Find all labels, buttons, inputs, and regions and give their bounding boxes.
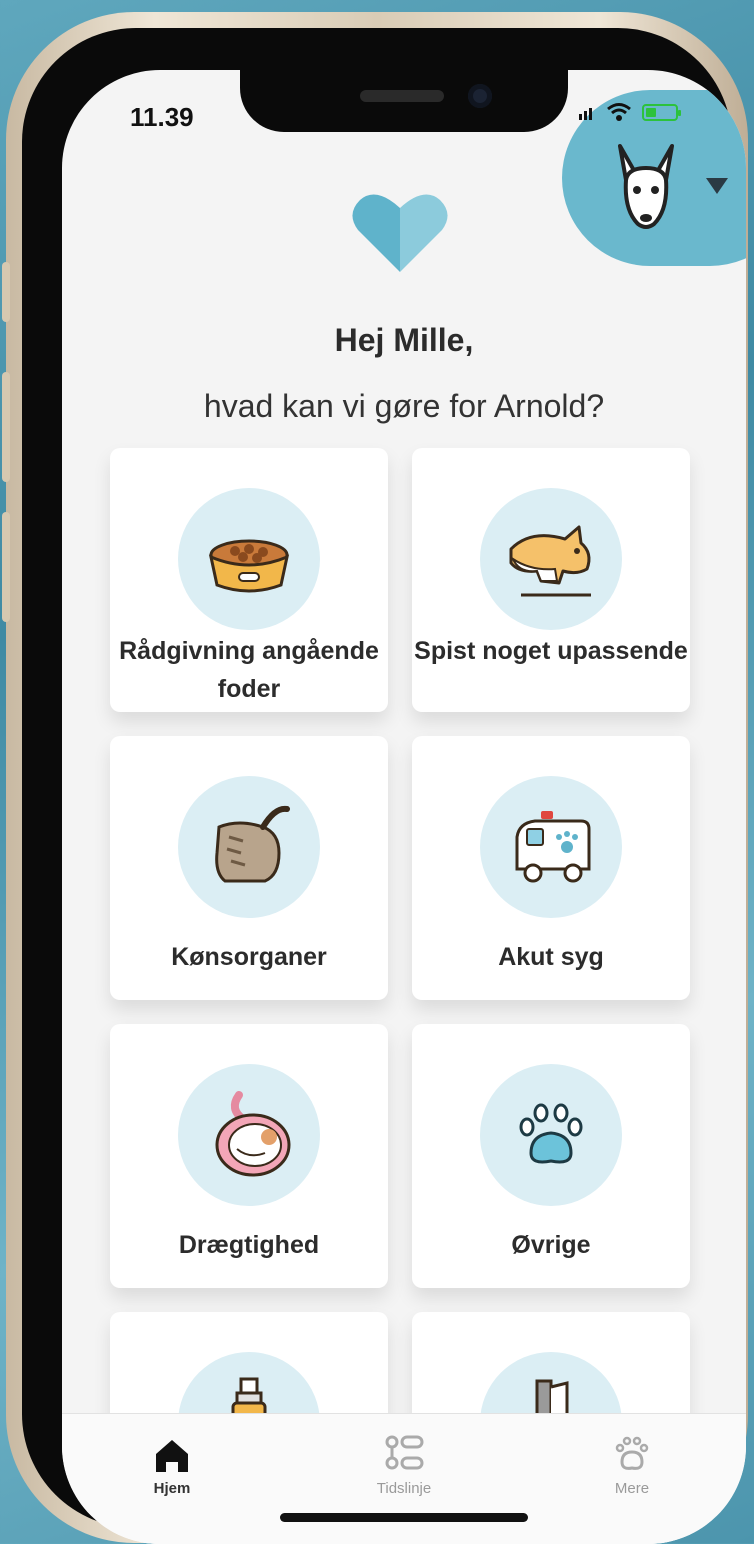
category-card-food[interactable]: Rådgivning angående foder bbox=[110, 448, 388, 712]
category-icon-circle bbox=[178, 488, 320, 630]
greeting-question: hvad kan vi gøre for Arnold? bbox=[203, 388, 605, 424]
category-card-genitals[interactable]: Kønsorganer bbox=[110, 736, 388, 1000]
category-label: Akut syg bbox=[498, 943, 604, 971]
dog-avatar-icon[interactable] bbox=[606, 140, 686, 230]
tab-home[interactable]: Hjem bbox=[112, 1432, 232, 1497]
front-camera bbox=[468, 84, 492, 108]
timeline-icon bbox=[385, 1435, 424, 1470]
tab-timeline[interactable]: Tidslinje bbox=[344, 1432, 464, 1497]
speaker bbox=[360, 90, 444, 102]
tab-label: Tidslinje bbox=[376, 1480, 432, 1497]
category-label: Øvrige bbox=[511, 1231, 591, 1259]
cat-eating-icon bbox=[509, 525, 591, 597]
paw-icon bbox=[615, 1436, 649, 1470]
tab-label: Mere bbox=[614, 1480, 650, 1497]
category-icon-circle bbox=[480, 776, 622, 918]
ambulance-icon bbox=[515, 811, 591, 883]
signal-icon bbox=[579, 108, 592, 120]
home-icon bbox=[156, 1440, 188, 1472]
mute-switch bbox=[2, 262, 10, 322]
status-time: 11.39 bbox=[130, 102, 194, 132]
app-screen: 11.39 Hej Mille, hvad kan vi gøre for Ar… bbox=[62, 70, 746, 1544]
greeting-title: Hej Mille, bbox=[334, 322, 474, 358]
tab-bar: Hjem Tidslinje Mere bbox=[62, 1413, 746, 1544]
phone-frame: 11.39 Hej Mille, hvad kan vi gøre for Ar… bbox=[2, 12, 748, 1544]
tab-more[interactable]: Mere bbox=[572, 1432, 692, 1497]
category-icon-circle bbox=[178, 776, 320, 918]
category-icon-circle bbox=[480, 488, 622, 630]
category-card-other[interactable]: Øvrige bbox=[412, 1024, 690, 1288]
category-card-pregnancy[interactable]: Drægtighed bbox=[110, 1024, 388, 1288]
category-card-acute-sick[interactable]: Akut syg bbox=[412, 736, 690, 1000]
category-label: Spist noget upassende bbox=[414, 637, 688, 665]
category-icon-circle bbox=[480, 1064, 622, 1206]
pet-rear-icon bbox=[215, 805, 290, 883]
tab-label: Hjem bbox=[153, 1480, 191, 1497]
paw-icon bbox=[519, 1103, 583, 1164]
status-icons bbox=[578, 102, 681, 122]
heart-logo-icon bbox=[352, 194, 448, 272]
notch bbox=[240, 70, 568, 132]
food-bowl-icon bbox=[208, 539, 290, 593]
home-indicator[interactable] bbox=[280, 1513, 528, 1522]
category-icon-circle bbox=[178, 1064, 320, 1206]
battery-icon bbox=[642, 103, 681, 121]
category-label: Kønsorganer bbox=[171, 943, 327, 971]
phone-bezel: 11.39 Hej Mille, hvad kan vi gøre for Ar… bbox=[22, 28, 746, 1544]
category-label: Rådgivning angående foder bbox=[119, 637, 379, 703]
pregnancy-icon bbox=[215, 1091, 291, 1177]
category-label: Drægtighed bbox=[178, 1231, 320, 1259]
wifi-icon bbox=[607, 103, 631, 121]
chevron-down-icon[interactable] bbox=[706, 178, 728, 194]
volume-down-button bbox=[2, 512, 10, 622]
category-card-ate-something[interactable]: Spist noget upassende bbox=[412, 448, 690, 712]
volume-up-button bbox=[2, 372, 10, 482]
battery-level bbox=[646, 107, 656, 117]
